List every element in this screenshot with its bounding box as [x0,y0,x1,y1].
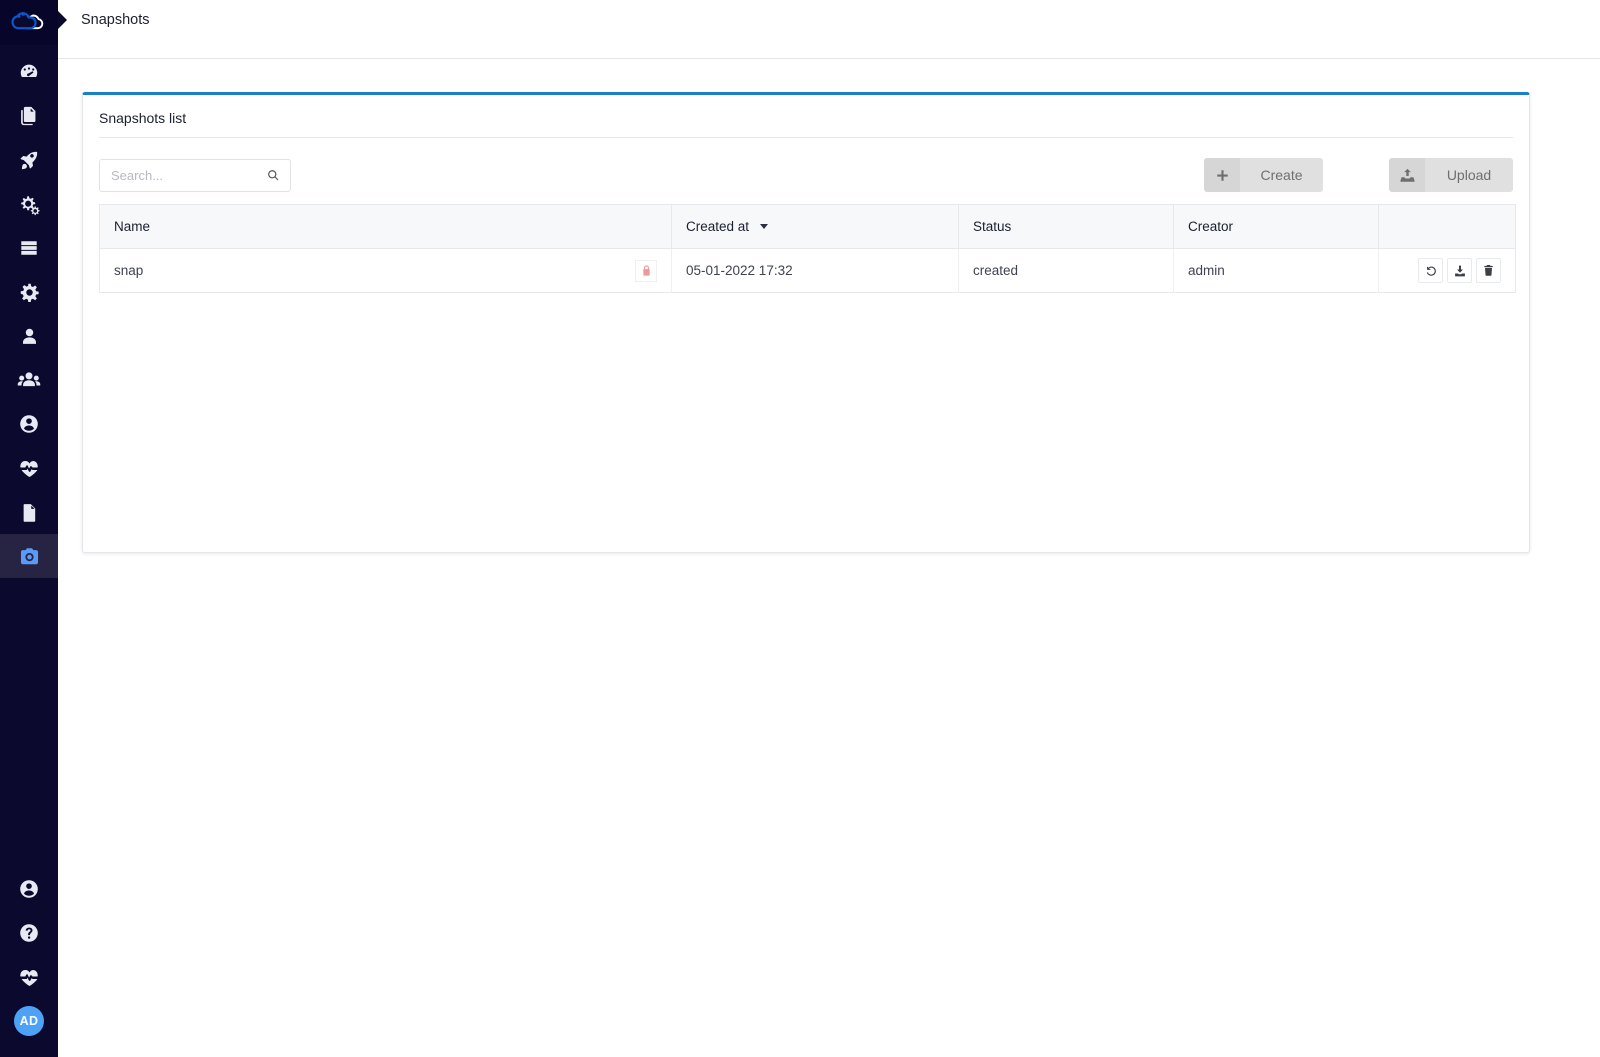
cell-actions [1379,249,1516,293]
column-header-created-at[interactable]: Created at [671,204,959,249]
sidebar-item-logs[interactable] [0,490,58,534]
cell-creator: admin [1173,248,1379,293]
rocket-icon [20,151,38,170]
sidebar: AD [0,0,58,1057]
account-circle-icon [20,880,38,898]
sidebar-nav-bottom: AD [0,867,58,1057]
page-title: Snapshots [81,12,150,28]
sidebar-item-settings[interactable] [0,270,58,314]
heartbeat-icon [19,460,38,477]
table-header-row: Name Created at Status Creator [99,204,1516,249]
table-body: snap 05-01-2022 17:32 created admin [99,248,1516,293]
create-button[interactable]: Create [1204,158,1323,192]
sidebar-item-files[interactable] [0,94,58,138]
search-input[interactable] [100,160,258,191]
sidebar-item-dashboard[interactable] [0,50,58,94]
table-row[interactable]: snap 05-01-2022 17:32 created admin [99,248,1516,293]
column-header-actions [1378,204,1516,249]
card-toolbar: Create Upload [83,138,1529,204]
heartbeat-icon [19,969,38,986]
top-bar-divider [58,58,1600,59]
sidebar-nav-top [0,50,58,578]
sidebar-item-servers[interactable] [0,226,58,270]
avatar: AD [14,1006,44,1036]
snapshots-card: Snapshots list Create Upload [82,92,1530,553]
sort-desc-caret-icon[interactable] [759,224,768,229]
restore-icon [1426,265,1436,276]
sidebar-item-deploy[interactable] [0,138,58,182]
column-header-status[interactable]: Status [958,204,1174,249]
gear-icon [20,283,39,302]
create-button-label[interactable]: Create [1240,158,1323,192]
trash-icon [1484,265,1493,276]
upload-button-label[interactable]: Upload [1425,158,1513,192]
server-rack-icon [21,241,37,255]
download-icon [1454,265,1465,276]
users-group-icon [17,372,41,387]
user-icon [22,328,36,344]
sidebar-item-users[interactable] [0,358,58,402]
sidebar-item-user[interactable] [0,314,58,358]
dashboard-gauge-icon [20,64,38,78]
cell-created-at: 05-01-2022 17:32 [671,248,959,293]
snapshots-table: Name Created at Status Creator snap 05-0… [99,204,1516,293]
copy-files-icon [21,106,36,126]
delete-snapshot-button[interactable] [1476,258,1501,283]
gears-icon [20,195,40,215]
sidebar-item-snapshots[interactable] [0,534,58,578]
search-box[interactable] [99,159,291,192]
search-icon[interactable] [266,168,281,183]
top-bar: Snapshots [58,0,1600,58]
cell-status: created [958,248,1174,293]
sidebar-avatar[interactable]: AD [0,999,58,1043]
column-header-creator[interactable]: Creator [1173,204,1379,249]
snapshot-name: snap [114,263,144,278]
sidebar-item-services[interactable] [0,182,58,226]
sidebar-item-help[interactable] [0,911,58,955]
upload-button[interactable]: Upload [1389,158,1513,192]
column-header-name[interactable]: Name [99,204,672,249]
sidebar-item-profile[interactable] [0,867,58,911]
account-circle-icon [20,415,38,433]
sidebar-item-status[interactable] [0,955,58,999]
sidebar-item-account[interactable] [0,402,58,446]
caret-right-icon [58,11,67,29]
sidebar-item-health[interactable] [0,446,58,490]
cell-name: snap [99,248,672,293]
cloud-logo-icon [11,11,44,29]
table-head: Name Created at Status Creator [99,204,1516,249]
restore-snapshot-button[interactable] [1418,258,1443,283]
upload-icon[interactable] [1389,158,1425,192]
download-snapshot-button[interactable] [1447,258,1472,283]
app-logo[interactable] [0,0,58,45]
camera-icon [20,547,38,564]
question-circle-icon [20,924,38,942]
column-header-created-at-label: Created at [686,219,750,234]
lock-icon [635,259,657,282]
plus-icon[interactable] [1204,158,1240,192]
document-icon [23,503,35,522]
card-title: Snapshots list [99,110,187,126]
